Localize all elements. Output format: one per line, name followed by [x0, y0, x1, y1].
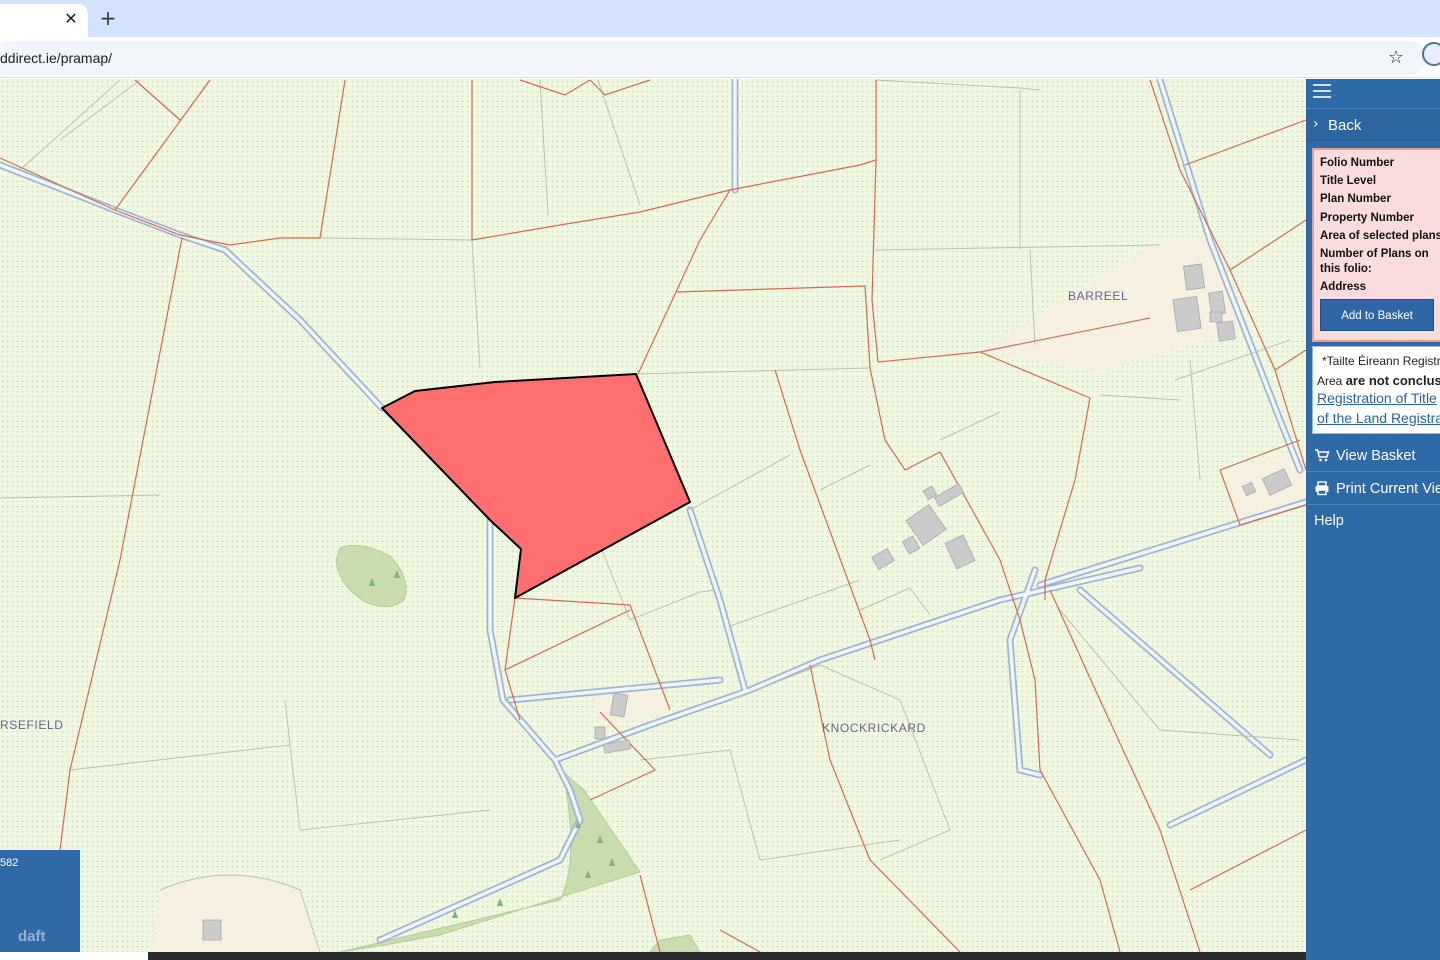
plan-number-label: Plan Number — [1320, 193, 1391, 205]
browser-tab-strip: ✕ + — [0, 0, 1440, 37]
land-registry-link[interactable]: of the Land Registra — [1317, 410, 1440, 426]
profile-button[interactable] — [1422, 42, 1440, 66]
area-selected-plans-label: Area of selected plans — [1320, 230, 1440, 242]
view-basket-button[interactable]: View Basket — [1306, 440, 1440, 472]
folio-number-label: Folio Number — [1320, 157, 1395, 169]
map-canvas[interactable]: BARREEL KNOCKRICKARD RSEFIELD — [0, 79, 1306, 952]
new-tab-button[interactable]: + — [98, 8, 118, 28]
title-level-label: Title Level — [1320, 175, 1377, 187]
placename-horsefield: RSEFIELD — [0, 718, 64, 732]
sidebar-panel: › Back Folio Number Title Level Plan Num… — [1306, 79, 1440, 960]
disclaimer-line2-prefix: Area — [1317, 374, 1346, 388]
taskbar-strip — [148, 952, 1440, 960]
number-of-plans-label-cont: this folio: — [1320, 263, 1372, 275]
chevron-right-icon: › — [1313, 116, 1319, 132]
url-text[interactable]: ddirect.ie/pramap/ — [0, 50, 112, 66]
placename-knockrickard: KNOCKRICKARD — [822, 721, 926, 735]
disclaimer-line2: Area are not conclusiv — [1317, 373, 1440, 388]
back-button[interactable]: › Back — [1306, 108, 1440, 141]
map-scale-box: 582 daft — [0, 850, 80, 952]
printer-icon — [1315, 481, 1329, 496]
disclaimer-line1: *Tailte Éireann Registra — [1322, 354, 1440, 368]
browser-toolbar: ddirect.ie/pramap/ ☆ — [0, 37, 1440, 78]
hamburger-menu-icon[interactable] — [1313, 84, 1331, 100]
disclaimer-line2-bold: are not conclusiv — [1345, 373, 1440, 388]
close-tab-icon[interactable]: ✕ — [62, 10, 80, 28]
woodland-patches — [335, 544, 701, 952]
disclaimer-box: *Tailte Éireann Registra Area are not co… — [1312, 346, 1440, 434]
selected-parcel — [381, 373, 691, 599]
scale-text: 582 — [0, 857, 19, 869]
placename-barreel: BARREEL — [1068, 289, 1129, 303]
watermark-logo: daft — [18, 928, 46, 945]
print-view-label: Print Current Vie — [1336, 481, 1440, 497]
browser-tab[interactable]: ✕ — [0, 4, 88, 37]
number-of-plans-label: Number of Plans on — [1320, 248, 1429, 260]
back-label: Back — [1328, 117, 1362, 134]
property-number-label: Property Number — [1320, 212, 1414, 224]
cart-icon — [1315, 449, 1330, 462]
view-basket-label: View Basket — [1336, 448, 1416, 464]
print-view-button[interactable]: Print Current Vie — [1306, 473, 1440, 505]
address-label: Address — [1320, 281, 1367, 293]
add-to-basket-button[interactable]: Add to Basket — [1320, 299, 1434, 331]
map-svg — [0, 79, 1306, 952]
folio-info-panel: Folio Number Title Level Plan Number Pro… — [1312, 148, 1440, 342]
address-bar[interactable]: ddirect.ie/pramap/ ☆ — [0, 41, 1426, 75]
help-button[interactable]: Help — [1306, 505, 1440, 537]
bookmark-star-icon[interactable]: ☆ — [1388, 47, 1404, 68]
registration-of-title-link[interactable]: Registration of Title — [1317, 390, 1437, 406]
help-label: Help — [1314, 513, 1344, 529]
